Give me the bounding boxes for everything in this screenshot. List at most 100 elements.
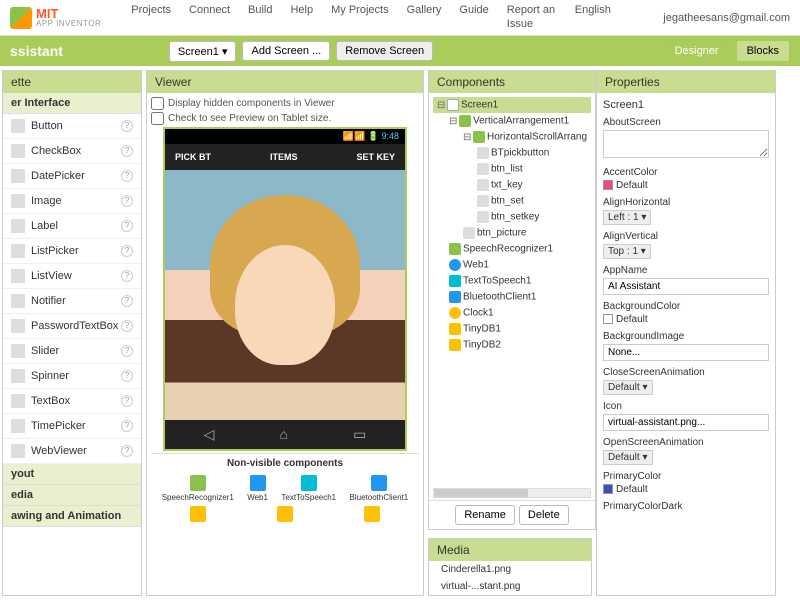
designer-button[interactable]: Designer — [664, 40, 730, 62]
help-icon[interactable]: ? — [121, 245, 133, 257]
home-icon[interactable]: ⌂ — [280, 426, 288, 443]
menu-connect[interactable]: Connect — [189, 4, 230, 30]
tree-screen1[interactable]: ⊟Screen1 — [433, 97, 591, 113]
tree-scrollbar[interactable] — [433, 488, 591, 498]
nonvis-speech[interactable]: SpeechRecognizer1 — [162, 475, 234, 502]
palette-cat-layout[interactable]: yout — [3, 464, 141, 485]
tree-clock[interactable]: Clock1 — [433, 305, 591, 321]
menu-build[interactable]: Build — [248, 4, 272, 30]
tree-btnlist[interactable]: btn_list — [433, 161, 591, 177]
menu-gallery[interactable]: Gallery — [407, 4, 442, 30]
tree-web[interactable]: Web1 — [433, 257, 591, 273]
palette-cat-ui[interactable]: er Interface — [3, 93, 141, 114]
palette-button[interactable]: Button? — [3, 114, 141, 139]
palette-slider[interactable]: Slider? — [3, 339, 141, 364]
user-email[interactable]: jegatheesans@gmail.com — [663, 12, 790, 24]
tree-vertical[interactable]: ⊟VerticalArrangement1 — [433, 113, 591, 129]
help-icon[interactable]: ? — [121, 295, 133, 307]
prop-accentcolor-value[interactable]: Default — [603, 180, 769, 191]
tree-btnsetkey[interactable]: btn_setkey — [433, 209, 591, 225]
help-icon[interactable]: ? — [121, 170, 133, 182]
button-icon — [477, 163, 489, 175]
prop-closeanim-select[interactable]: Default ▾ — [603, 380, 653, 395]
logo: MIT APP INVENTOR — [10, 7, 101, 29]
menu-report[interactable]: Report an Issue — [507, 4, 557, 30]
menu-projects[interactable]: Projects — [131, 4, 171, 30]
back-icon[interactable]: ◁ — [204, 426, 215, 443]
help-icon[interactable]: ? — [121, 270, 133, 282]
tree-tts[interactable]: TextToSpeech1 — [433, 273, 591, 289]
palette-textbox[interactable]: TextBox? — [3, 389, 141, 414]
prop-bgcolor-value[interactable]: Default — [603, 314, 769, 325]
tablet-preview-checkbox[interactable] — [151, 112, 164, 125]
palette-label[interactable]: Label? — [3, 214, 141, 239]
recent-icon[interactable]: ▭ — [353, 426, 366, 443]
delete-button[interactable]: Delete — [519, 505, 569, 525]
screen-selector[interactable]: Screen1 ▾ — [169, 41, 237, 62]
speech-icon — [449, 275, 461, 287]
tree-btnset[interactable]: btn_set — [433, 193, 591, 209]
help-icon[interactable]: ? — [121, 395, 133, 407]
prop-aboutscreen-input[interactable] — [603, 130, 769, 158]
help-icon[interactable]: ? — [121, 195, 133, 207]
menu-myprojects[interactable]: My Projects — [331, 4, 388, 30]
palette-webviewer[interactable]: WebViewer? — [3, 439, 141, 464]
tree-speech[interactable]: SpeechRecognizer1 — [433, 241, 591, 257]
prop-openanim-select[interactable]: Default ▾ — [603, 450, 653, 465]
tree-btpick[interactable]: BTpickbutton — [433, 145, 591, 161]
blocks-button[interactable]: Blocks — [736, 40, 790, 62]
tree-horizontal[interactable]: ⊟HorizontalScrollArrang — [433, 129, 591, 145]
prop-alignh-select[interactable]: Left : 1 ▾ — [603, 210, 651, 225]
tree-tinydb2[interactable]: TinyDB2 — [433, 337, 591, 353]
menu-guide[interactable]: Guide — [459, 4, 488, 30]
help-icon[interactable]: ? — [121, 220, 133, 232]
add-screen-button[interactable]: Add Screen ... — [242, 41, 330, 61]
palette-spinner[interactable]: Spinner? — [3, 364, 141, 389]
nonvis-bt[interactable]: BluetoothClient1 — [350, 475, 409, 502]
nonvis-tts[interactable]: TextToSpeech1 — [281, 475, 336, 502]
tablet-preview-label: Check to see Preview on Tablet size. — [168, 113, 331, 124]
prop-appname-input[interactable] — [603, 278, 769, 295]
palette-checkbox[interactable]: CheckBox? — [3, 139, 141, 164]
pick-bt-button[interactable]: PICK BT — [175, 152, 211, 162]
prop-primarycolor-value[interactable]: Default — [603, 484, 769, 495]
rename-button[interactable]: Rename — [455, 505, 515, 525]
prop-icon-input[interactable] — [603, 414, 769, 431]
menu-language[interactable]: English — [575, 4, 611, 30]
tree-btnpicture[interactable]: btn_picture — [433, 225, 591, 241]
media-item[interactable]: Cinderella1.png — [429, 561, 591, 578]
help-icon[interactable]: ? — [121, 420, 133, 432]
palette-timepicker[interactable]: TimePicker? — [3, 414, 141, 439]
menu-help[interactable]: Help — [290, 4, 313, 30]
palette-listpicker[interactable]: ListPicker? — [3, 239, 141, 264]
help-icon[interactable]: ? — [121, 370, 133, 382]
db-icon[interactable] — [277, 506, 293, 522]
display-hidden-checkbox[interactable] — [151, 97, 164, 110]
remove-screen-button[interactable]: Remove Screen — [336, 41, 433, 61]
help-icon[interactable]: ? — [121, 445, 133, 457]
palette-cat-drawing[interactable]: awing and Animation — [3, 506, 141, 527]
tree-tinydb1[interactable]: TinyDB1 — [433, 321, 591, 337]
help-icon[interactable]: ? — [121, 145, 133, 157]
help-icon[interactable]: ? — [121, 345, 133, 357]
palette-datepicker[interactable]: DatePicker? — [3, 164, 141, 189]
media-item[interactable]: virtual-...stant.png — [429, 578, 591, 595]
tree-bluetooth[interactable]: BluetoothClient1 — [433, 289, 591, 305]
prop-alignh-label: AlignHorizontal — [603, 197, 769, 208]
nonvis-web[interactable]: Web1 — [247, 475, 268, 502]
palette-image[interactable]: Image? — [3, 189, 141, 214]
prop-alignv-select[interactable]: Top : 1 ▾ — [603, 244, 651, 259]
prop-closeanim-label: CloseScreenAnimation — [603, 367, 769, 378]
help-icon[interactable]: ? — [121, 320, 133, 332]
help-icon[interactable]: ? — [121, 120, 133, 132]
db-icon[interactable] — [364, 506, 380, 522]
palette-listview[interactable]: ListView? — [3, 264, 141, 289]
clock-icon[interactable] — [190, 506, 206, 522]
prop-bgimage-input[interactable] — [603, 344, 769, 361]
tree-txtkey[interactable]: txt_key — [433, 177, 591, 193]
set-key-button[interactable]: SET KEY — [356, 152, 395, 162]
palette-notifier[interactable]: Notifier? — [3, 289, 141, 314]
palette-cat-media[interactable]: edia — [3, 485, 141, 506]
palette-password[interactable]: PasswordTextBox? — [3, 314, 141, 339]
items-button[interactable]: ITEMS — [270, 152, 298, 162]
